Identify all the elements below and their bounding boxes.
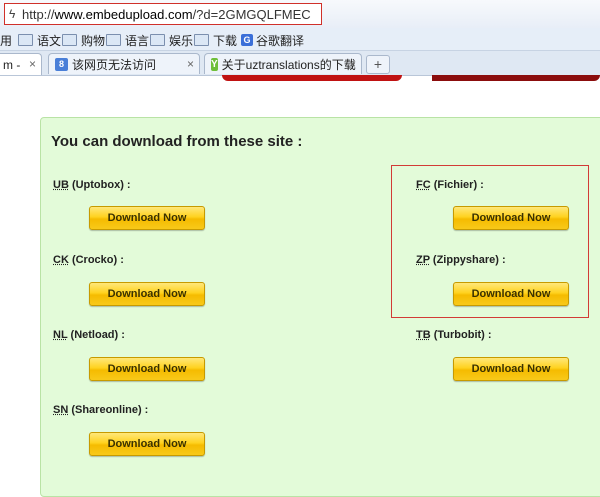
bookmark-label: 用: [0, 33, 13, 48]
lightning-icon: ϟ: [9, 7, 16, 21]
site-favicon-icon: Y: [211, 57, 218, 71]
host-abbr: UB: [53, 179, 69, 191]
host-name: (Fichier) :: [430, 179, 484, 191]
download-button-turbobit[interactable]: Download Now: [453, 357, 569, 381]
google-favicon-icon: 8: [55, 57, 68, 71]
host-abbr: ZP: [416, 254, 430, 266]
bookmark-item[interactable]: G 谷歌翻译: [241, 32, 304, 48]
header-banner-right: [432, 75, 600, 81]
host-name: (Netload) :: [67, 329, 125, 341]
bookmark-item[interactable]: 用: [0, 32, 12, 48]
download-button-crocko[interactable]: Download Now: [89, 282, 205, 306]
close-icon[interactable]: ×: [29, 57, 36, 71]
url-host: www.embedupload.com: [54, 7, 193, 22]
url-prefix: http://: [22, 7, 55, 22]
bookmark-item[interactable]: 娱乐: [150, 32, 193, 48]
close-icon[interactable]: ×: [349, 57, 356, 71]
tab-label: 该网页无法访问: [72, 57, 157, 72]
download-button-fichier[interactable]: Download Now: [453, 206, 569, 230]
address-bar: ϟ http://www.embedupload.com/?d=2GMGQLFM…: [0, 0, 600, 28]
new-tab-button[interactable]: +: [366, 55, 390, 74]
tab-uztranslations[interactable]: Y 关于uztranslations的下载 ×: [204, 53, 362, 74]
bookmark-label: 谷歌翻译: [256, 33, 305, 48]
bookmark-item[interactable]: 下载: [194, 32, 237, 48]
bookmark-item[interactable]: 语言: [106, 32, 149, 48]
bookmark-item[interactable]: 语文: [18, 32, 61, 48]
url-input[interactable]: ϟ http://www.embedupload.com/?d=2GMGQLFM…: [4, 3, 322, 25]
download-button-netload[interactable]: Download Now: [89, 357, 205, 381]
bookmarks-bar: 用 语文 购物 语言 娱乐 下载 G 谷歌翻译: [0, 28, 600, 51]
page-title: You can download from these site :: [51, 133, 303, 150]
tab-label: 关于uztranslations的下载: [221, 57, 356, 72]
folder-icon: [194, 34, 209, 46]
download-button-shareonline[interactable]: Download Now: [89, 432, 205, 456]
google-translate-icon: G: [241, 34, 253, 46]
host-abbr: TB: [416, 329, 431, 341]
host-abbr: FC: [416, 179, 431, 191]
download-button-zippyshare[interactable]: Download Now: [453, 282, 569, 306]
url-text: http://www.embedupload.com/?d=2GMGQLFMEC: [22, 7, 311, 22]
host-label-turbobit: TB (Turbobit) :: [416, 329, 492, 341]
url-path: /?d=2GMGQLFMEC: [192, 7, 311, 22]
host-name: (Uptobox) :: [68, 179, 131, 191]
header-banner-left: [222, 75, 402, 81]
bookmark-label: 娱乐: [169, 33, 194, 48]
folder-icon: [62, 34, 77, 46]
host-label-netload: NL (Netload) :: [53, 329, 125, 341]
host-label-zippyshare: ZP (Zippyshare) :: [416, 254, 506, 266]
host-name: (Shareonline) :: [68, 404, 149, 416]
bookmark-label: 购物: [81, 33, 106, 48]
tab-active[interactable]: m - ×: [0, 53, 42, 75]
host-abbr: SN: [53, 404, 69, 416]
host-name: (Crocko) :: [68, 254, 124, 266]
folder-icon: [150, 34, 165, 46]
tab-label: m -: [3, 57, 21, 72]
tab-bar: m - × 8 该网页无法访问 × Y 关于uztranslations的下载 …: [0, 51, 600, 76]
bookmark-label: 下载: [213, 33, 238, 48]
folder-icon: [106, 34, 121, 46]
close-icon[interactable]: ×: [187, 57, 194, 71]
host-name: (Turbobit) :: [430, 329, 492, 341]
host-label-fichier: FC (Fichier) :: [416, 179, 484, 191]
host-name: (Zippyshare) :: [429, 254, 506, 266]
host-abbr: CK: [53, 254, 69, 266]
host-label-uptobox: UB (Uptobox) :: [53, 179, 131, 191]
bookmark-item[interactable]: 购物: [62, 32, 105, 48]
host-label-crocko: CK (Crocko) :: [53, 254, 124, 266]
bookmark-label: 语言: [125, 33, 150, 48]
host-abbr: NL: [53, 329, 68, 341]
host-label-shareonline: SN (Shareonline) :: [53, 404, 148, 416]
download-button-uptobox[interactable]: Download Now: [89, 206, 205, 230]
tab-page-unavailable[interactable]: 8 该网页无法访问 ×: [48, 53, 200, 74]
folder-icon: [18, 34, 33, 46]
bookmark-label: 语文: [37, 33, 62, 48]
